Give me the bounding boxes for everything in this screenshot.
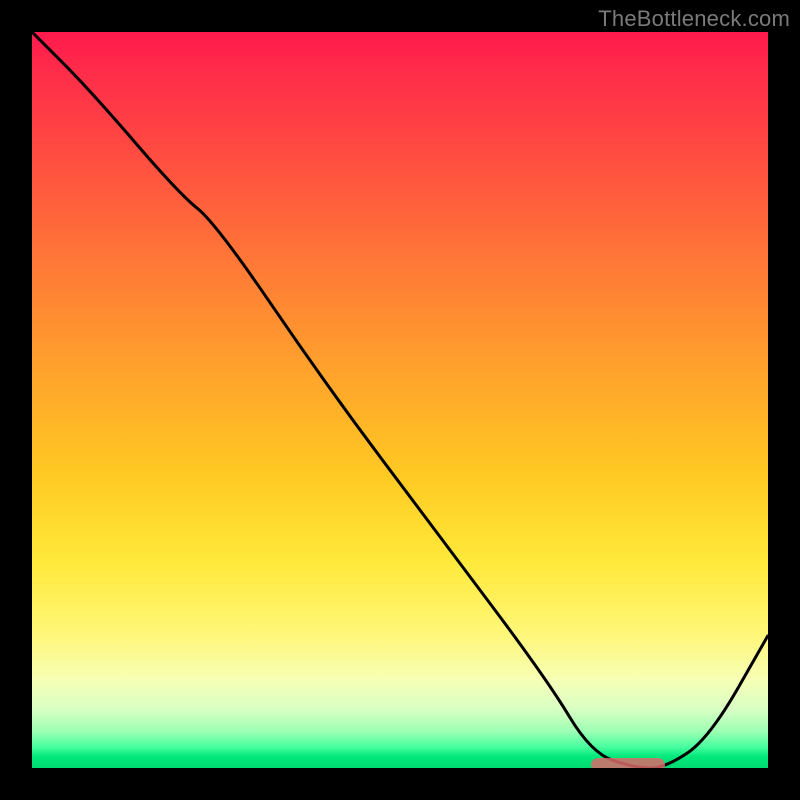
plot-area bbox=[32, 32, 768, 768]
chart-frame: TheBottleneck.com bbox=[0, 0, 800, 800]
optimal-marker bbox=[591, 758, 665, 768]
curve-layer bbox=[32, 32, 768, 768]
watermark-text: TheBottleneck.com bbox=[598, 6, 790, 32]
bottleneck-curve bbox=[32, 32, 768, 768]
